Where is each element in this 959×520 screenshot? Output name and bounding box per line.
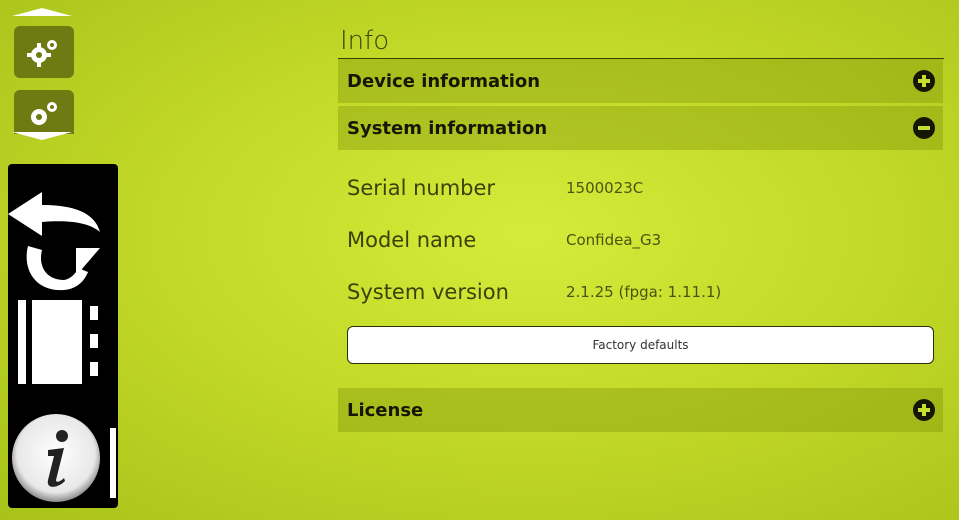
section-title: License: [347, 399, 424, 421]
settings-gears-icon: [27, 40, 57, 67]
system-info-table: Serial number 1500023C Model name Confid…: [338, 150, 943, 318]
factory-defaults-button[interactable]: Factory defaults: [347, 326, 934, 364]
scroll-down-arrow-icon[interactable]: [12, 132, 72, 140]
scroll-up-arrow-icon[interactable]: [12, 8, 72, 16]
settings-gears-icon: [31, 102, 57, 125]
info-row-system-version: System version 2.1.25 (fpga: 1.11.1): [338, 266, 943, 318]
active-item-indicator: [110, 428, 116, 498]
section-system-information[interactable]: System information: [338, 106, 943, 150]
plus-circle-icon[interactable]: [913, 70, 935, 92]
settings-gears-button[interactable]: [14, 26, 74, 78]
info-row-model-name: Model name Confidea_G3: [338, 214, 943, 266]
section-title: Device information: [347, 70, 541, 92]
back-arrow-icon[interactable]: [8, 192, 104, 242]
info-icon[interactable]: [10, 410, 106, 506]
section-license[interactable]: License: [338, 388, 943, 432]
settings-gears-button-2[interactable]: [14, 90, 74, 134]
minus-circle-icon[interactable]: [913, 117, 935, 139]
info-row-serial-number: Serial number 1500023C: [338, 162, 943, 214]
plus-circle-icon[interactable]: [913, 399, 935, 421]
settings-icon-scroller: [10, 8, 78, 148]
side-menu: [8, 164, 118, 508]
info-value: 1500023C: [566, 179, 644, 197]
info-label: Serial number: [347, 176, 496, 200]
refresh-icon[interactable]: [20, 236, 100, 296]
info-label: System version: [347, 280, 509, 304]
section-title: System information: [347, 117, 548, 139]
section-device-information[interactable]: Device information: [338, 59, 943, 103]
io-panel-icon[interactable]: [14, 298, 104, 388]
info-value: Confidea_G3: [566, 231, 662, 249]
info-label: Model name: [347, 228, 477, 252]
info-panel: Info Device information System informati…: [338, 24, 944, 432]
page-title: Info: [338, 24, 944, 59]
info-value: 2.1.25 (fpga: 1.11.1): [566, 283, 722, 301]
